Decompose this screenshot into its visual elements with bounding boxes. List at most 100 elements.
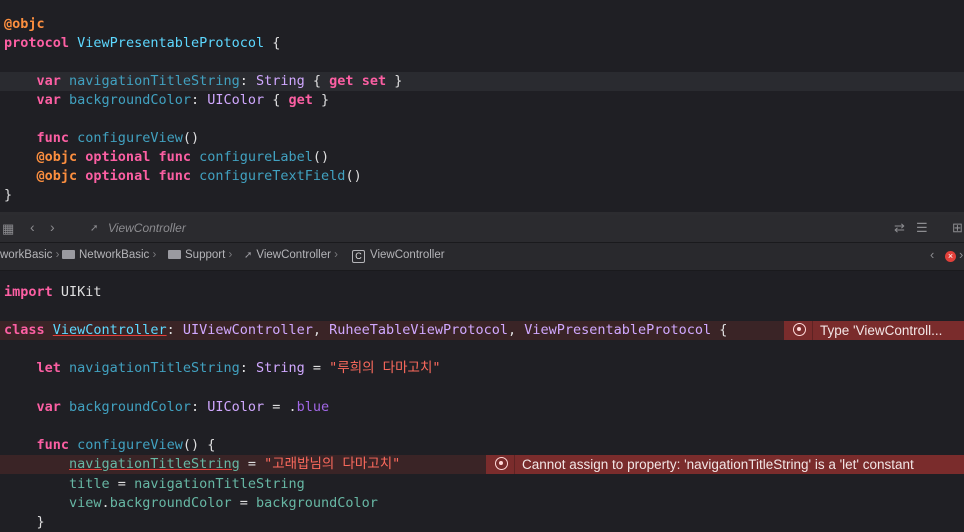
grid-icon[interactable]: ▦ xyxy=(2,221,14,237)
import-keyword: import xyxy=(4,284,53,300)
breadcrumb-item-project[interactable]: workBasic › xyxy=(0,249,59,261)
breadcrumb-item-support[interactable]: Support › xyxy=(168,249,232,261)
property-ref: title xyxy=(69,476,110,492)
property-name: backgroundColor xyxy=(69,92,191,108)
brace: { xyxy=(711,322,728,338)
chevron-right-icon: › xyxy=(152,249,157,261)
comma: , xyxy=(507,322,525,338)
func-name: configureView xyxy=(77,437,183,453)
brace: } xyxy=(386,73,403,89)
brace: { xyxy=(264,92,289,108)
back-chevron-icon[interactable]: ‹ xyxy=(30,219,35,235)
objc-attribute: @objc xyxy=(4,16,45,32)
folder-icon xyxy=(62,250,75,259)
code-line-8: @objc optional func configureLabel() xyxy=(0,148,964,167)
previous-issue-icon[interactable]: ‹ xyxy=(930,247,934,262)
adjust-editor-icon[interactable]: ☰ xyxy=(916,220,928,236)
var-keyword: var xyxy=(36,73,61,89)
breadcrumb-label: ViewController xyxy=(256,249,331,261)
breadcrumb-label: ViewController xyxy=(370,249,445,261)
next-issue-icon[interactable]: › xyxy=(959,247,963,262)
breadcrumb-label: Support xyxy=(185,249,226,261)
breadcrumb-item-class[interactable]: C ViewController xyxy=(352,249,445,263)
protocol-name: ViewPresentableProtocol xyxy=(77,35,265,51)
enum-case: blue xyxy=(296,399,330,415)
type-name: String xyxy=(256,360,305,376)
func-keyword: func xyxy=(36,130,70,146)
code-line-10: } xyxy=(0,186,964,205)
equals: = xyxy=(109,476,135,492)
property-ref: backgroundColor xyxy=(256,495,378,511)
class-icon: C xyxy=(352,250,365,263)
top-editor-pane[interactable]: @objc protocol ViewPresentableProtocol {… xyxy=(0,0,964,212)
error-icon xyxy=(793,323,806,336)
code-line-4: var navigationTitleString: String { get … xyxy=(0,72,964,91)
comma: , xyxy=(312,322,330,338)
class-keyword: class xyxy=(4,322,45,338)
colon: : xyxy=(166,322,183,338)
parens: () xyxy=(182,130,200,146)
error-message: Cannot assign to property: 'navigationTi… xyxy=(522,457,914,472)
var-keyword: var xyxy=(36,92,61,108)
type-name: UIColor xyxy=(207,92,265,108)
brace: { xyxy=(304,73,330,89)
add-editor-icon[interactable]: ⊞ xyxy=(952,220,963,236)
code-line-close: } xyxy=(0,513,964,532)
func-keyword: func xyxy=(36,437,70,453)
code-line-9: @objc optional func configureTextField() xyxy=(0,167,964,186)
objc-attribute: @objc xyxy=(36,149,78,165)
brace: } xyxy=(312,92,330,108)
property-name: navigationTitleString xyxy=(69,360,240,376)
tab-viewcontroller[interactable]: ViewController xyxy=(108,221,186,235)
chevron-right-icon: › xyxy=(228,249,233,261)
func-keyword: func xyxy=(158,149,191,165)
code-line-7: func configureView() xyxy=(0,129,964,148)
func-keyword: func xyxy=(158,168,191,184)
dot: . xyxy=(101,495,110,511)
code-line-func: func configureView() { xyxy=(0,436,964,455)
code-line-import: import UIKit xyxy=(0,283,964,302)
badge-separator xyxy=(812,321,813,340)
code-line-var: var backgroundColor: UIColor = .blue xyxy=(0,398,964,417)
error-badge-assign[interactable]: Cannot assign to property: 'navigationTi… xyxy=(486,455,964,474)
property-ref: navigationTitleString xyxy=(69,456,240,472)
code-line-1: @objc xyxy=(0,15,964,34)
string-literal: "루희의 다마고치" xyxy=(329,360,441,376)
breadcrumb-item-file[interactable]: ➚ ViewController › xyxy=(244,249,338,261)
property-name: navigationTitleString xyxy=(69,73,240,89)
error-badge-class[interactable]: Type 'ViewControll... xyxy=(784,321,964,340)
equals: = xyxy=(231,495,256,511)
related-items-icon[interactable]: ⇄ xyxy=(894,220,905,236)
optional-keyword: optional xyxy=(85,168,151,184)
var-keyword: var xyxy=(36,399,61,415)
module-name: UIKit xyxy=(60,284,102,300)
type-name: UIColor xyxy=(207,399,265,415)
colon: : xyxy=(190,399,208,415)
parens-brace: () { xyxy=(182,437,216,453)
colon: : xyxy=(239,73,256,89)
error-message: Type 'ViewControll... xyxy=(820,323,943,338)
folder-icon xyxy=(168,250,181,259)
brace: { xyxy=(264,35,281,51)
set-keyword: set xyxy=(361,73,387,89)
property-name: backgroundColor xyxy=(69,399,191,415)
editor-tab-bar: ▦ ‹ › ➚ ViewController ⇄ ☰ ⊞ xyxy=(0,215,964,243)
forward-chevron-icon[interactable]: › xyxy=(50,219,55,235)
parens: () xyxy=(345,168,362,184)
code-line-title: title = navigationTitleString xyxy=(0,475,964,494)
breadcrumb-label: NetworkBasic xyxy=(79,249,150,261)
breadcrumb-item-group[interactable]: NetworkBasic › xyxy=(62,249,156,261)
error-count-icon[interactable]: × xyxy=(945,251,956,262)
closing-brace: } xyxy=(4,187,13,203)
swift-file-icon: ➚ xyxy=(244,250,253,261)
protocol-name: RuheeTableViewProtocol xyxy=(329,322,508,338)
func-name: configureView xyxy=(77,130,183,146)
swift-file-icon: ➚ xyxy=(90,223,99,234)
equals: = xyxy=(304,360,330,376)
equals: = xyxy=(239,456,265,472)
code-line-5: var backgroundColor: UIColor { get } xyxy=(0,91,964,110)
chevron-right-icon: › xyxy=(55,249,60,261)
breadcrumb-label: workBasic xyxy=(0,249,53,261)
property-ref: backgroundColor xyxy=(109,495,232,511)
badge-separator xyxy=(514,455,515,474)
